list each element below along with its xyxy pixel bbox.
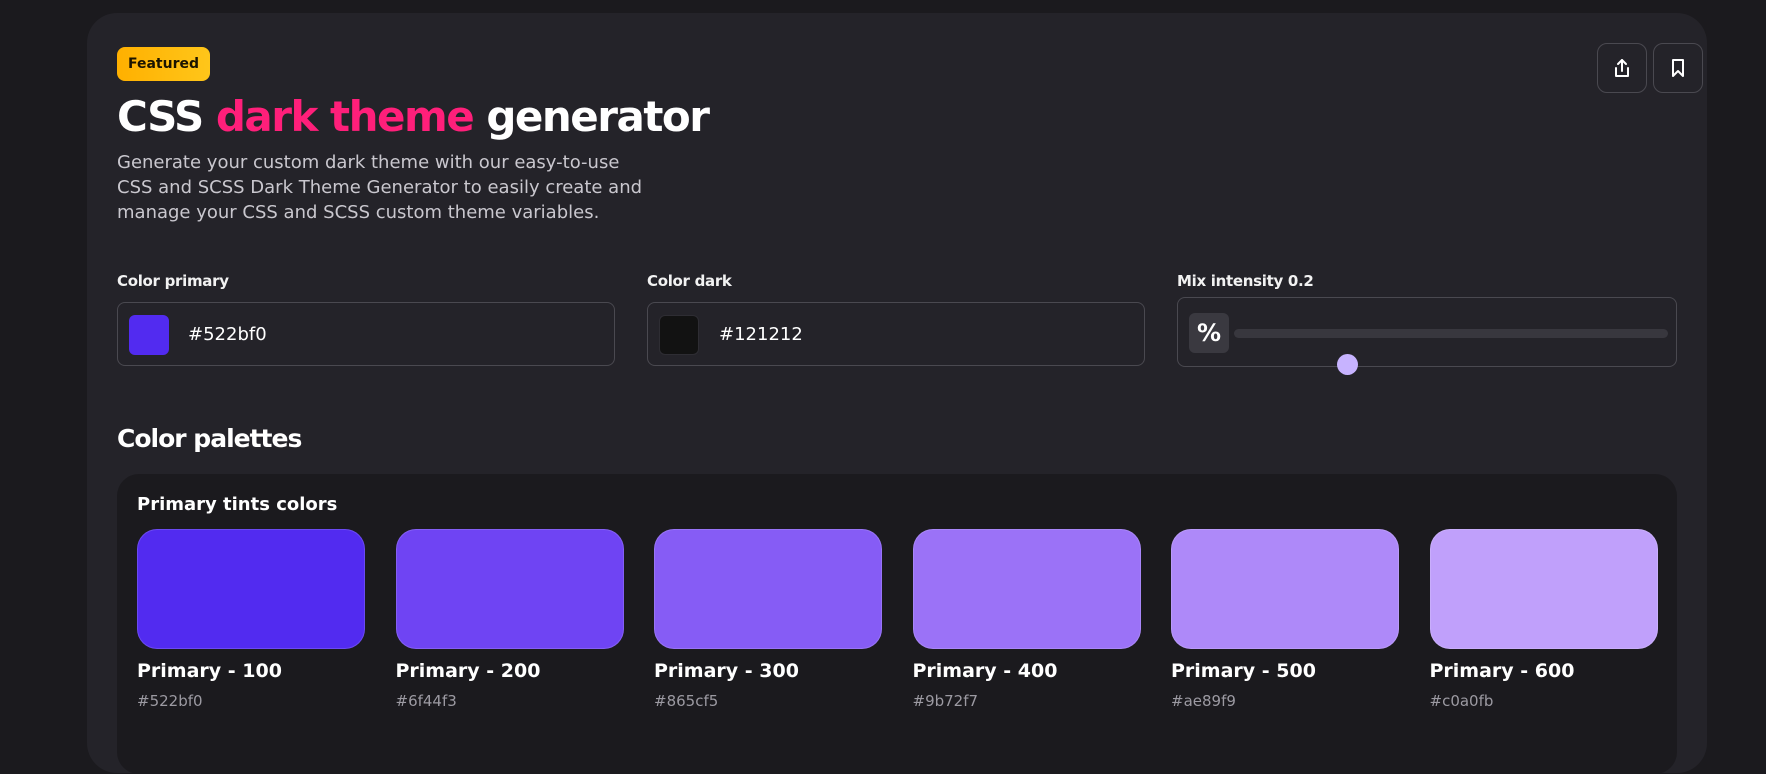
- palette-swatch[interactable]: [395, 529, 624, 649]
- palette-swatch-hex[interactable]: #522bf0: [137, 692, 203, 710]
- page-description: Generate your custom dark theme with our…: [117, 152, 643, 223]
- palette-swatch-hex[interactable]: #9b72f7: [913, 692, 979, 710]
- color-dark-swatch[interactable]: [659, 315, 699, 355]
- color-dark-value[interactable]: #121212: [719, 324, 803, 345]
- mix-intensity-field: %: [1177, 297, 1677, 375]
- palette-swatch-hex[interactable]: #ae89f9: [1171, 692, 1236, 710]
- share-icon: [1615, 59, 1629, 77]
- palette-swatch-name: Primary - 300: [654, 660, 799, 682]
- featured-badge: Featured: [117, 47, 210, 81]
- slider-thumb[interactable]: [1336, 354, 1358, 375]
- mix-intensity-slider[interactable]: [1234, 329, 1668, 375]
- title-accent: dark theme: [215, 92, 475, 141]
- palette-swatch[interactable]: [1429, 529, 1658, 649]
- palette-panel: Primary tints colors Primary - 100 #522bf…: [117, 474, 1677, 774]
- color-primary-field[interactable]: #522bf0: [117, 302, 615, 366]
- palette-swatch[interactable]: [654, 529, 882, 649]
- palette-swatch-name: Primary - 500: [1171, 660, 1316, 682]
- palette-swatch-name: Primary - 100: [137, 660, 282, 682]
- palette-swatch[interactable]: [137, 529, 365, 649]
- bookmark-icon: [1672, 59, 1684, 77]
- page-title: CSS dark theme generator: [117, 90, 710, 144]
- palette-swatch[interactable]: [1171, 529, 1399, 649]
- palette-title: Primary tints colors: [137, 494, 338, 515]
- title-part-1: CSS: [117, 92, 216, 141]
- mix-intensity-label: Mix intensity 0.2: [1177, 272, 1314, 290]
- section-title: Color palettes: [117, 424, 302, 453]
- color-primary-swatch[interactable]: [129, 315, 169, 355]
- title-part-2: generator: [473, 92, 710, 141]
- palette-swatch[interactable]: [912, 529, 1141, 649]
- palette-swatch-name: Primary - 400: [912, 660, 1058, 682]
- color-primary-label: Color primary: [117, 272, 229, 290]
- palette-swatch-hex[interactable]: #865cf5: [654, 692, 718, 710]
- palette-swatch-hex[interactable]: #6f44f3: [396, 692, 457, 710]
- palette-swatch-hex[interactable]: #c0a0fb: [1430, 692, 1494, 710]
- palette-swatch-name: Primary - 600: [1429, 660, 1575, 682]
- bookmark-button[interactable]: [1653, 43, 1703, 93]
- palette-swatch-name: Primary - 200: [395, 660, 541, 682]
- share-button[interactable]: [1597, 43, 1647, 93]
- color-dark-field[interactable]: #121212: [647, 302, 1145, 366]
- color-dark-label: Color dark: [647, 272, 732, 290]
- percent-icon: %: [1189, 313, 1229, 353]
- color-primary-value[interactable]: #522bf0: [188, 324, 267, 345]
